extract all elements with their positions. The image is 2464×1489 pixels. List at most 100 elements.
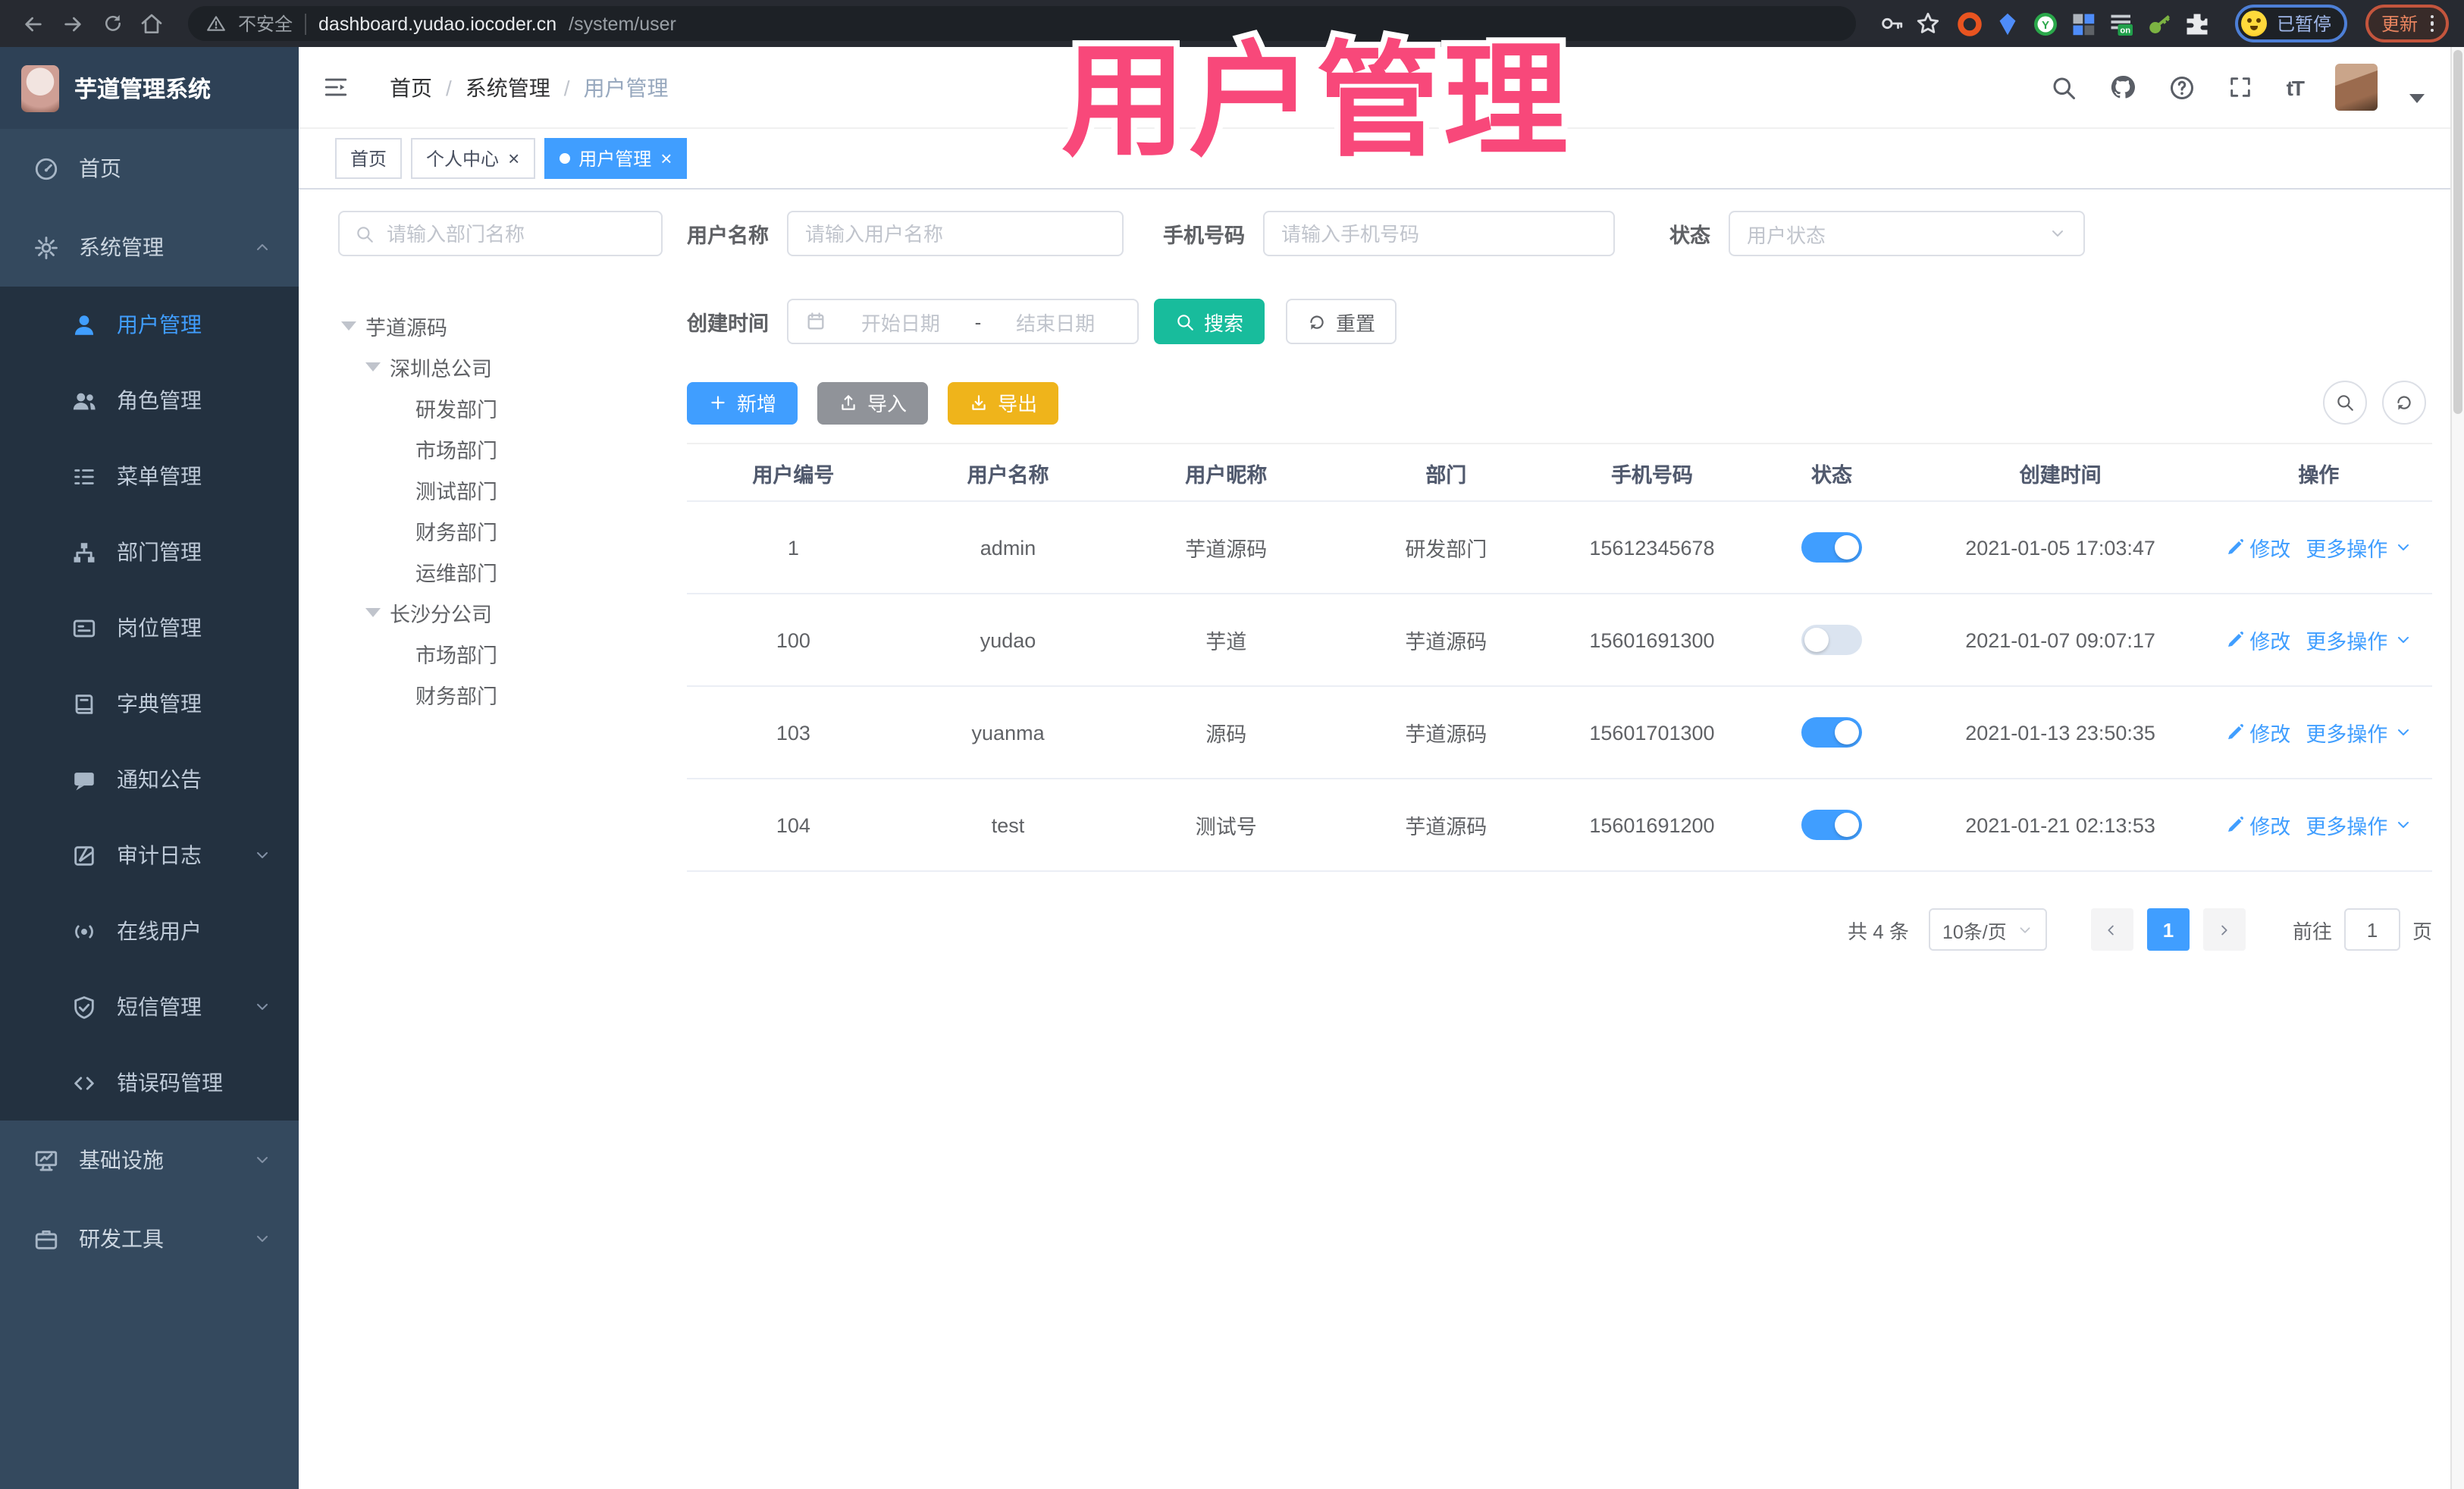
date-range-separator: - <box>974 310 982 333</box>
sidebar-item-系统管理[interactable]: 系统管理 <box>0 208 299 287</box>
list-on-extension-icon[interactable]: on <box>2108 10 2136 37</box>
current-page-button[interactable]: 1 <box>2146 908 2190 951</box>
start-date-placeholder[interactable]: 开始日期 <box>835 307 966 336</box>
tree-node-市场部门[interactable]: 市场部门 <box>338 428 663 469</box>
scrollbar-thumb[interactable] <box>2453 50 2462 414</box>
status-select[interactable]: 用户状态 <box>1729 211 2085 256</box>
password-key-icon[interactable] <box>1875 7 1908 40</box>
sidebar-item-审计日志[interactable]: 审计日志 <box>0 817 299 893</box>
sidebar-item-菜单管理[interactable]: 菜单管理 <box>0 438 299 514</box>
font-size-icon[interactable]: tT <box>2287 75 2305 99</box>
end-date-placeholder[interactable]: 结束日期 <box>990 307 1121 336</box>
puzzle-extension-icon[interactable] <box>2184 10 2212 37</box>
edit-link[interactable]: 修改 <box>2225 810 2290 840</box>
sidebar-item-首页[interactable]: 首页 <box>0 129 299 208</box>
column-header-用户昵称: 用户昵称 <box>1116 443 1337 502</box>
browser-reload-button[interactable] <box>94 5 130 42</box>
more-actions-link[interactable]: 更多操作 <box>2306 532 2412 563</box>
breadcrumb-home[interactable]: 首页 <box>390 72 432 102</box>
bookmark-star-icon[interactable] <box>1911 7 1945 40</box>
user-avatar[interactable] <box>2335 64 2378 111</box>
tree-node-财务部门[interactable]: 财务部门 <box>338 509 663 550</box>
edit-link[interactable]: 修改 <box>2225 625 2290 655</box>
browser-back-button[interactable] <box>15 5 52 42</box>
sidebar-item-错误码管理[interactable]: 错误码管理 <box>0 1045 299 1121</box>
reset-button[interactable]: 重置 <box>1286 299 1397 344</box>
more-actions-link[interactable]: 更多操作 <box>2306 810 2412 840</box>
browser-home-button[interactable] <box>133 5 170 42</box>
sidebar-item-岗位管理[interactable]: 岗位管理 <box>0 590 299 666</box>
tree-node-研发部门[interactable]: 研发部门 <box>338 387 663 428</box>
sidebar-toggle-icon[interactable] <box>321 74 350 100</box>
status-toggle[interactable] <box>1801 810 1863 840</box>
tree-node-市场部门[interactable]: 市场部门 <box>338 632 663 673</box>
tree-node-测试部门[interactable]: 测试部门 <box>338 469 663 509</box>
export-button[interactable]: 导出 <box>948 381 1059 424</box>
sidebar-item-研发工具[interactable]: 研发工具 <box>0 1199 299 1278</box>
username-field[interactable] <box>787 211 1124 256</box>
add-button[interactable]: 新增 <box>687 381 798 424</box>
browser-update-button[interactable]: 更新 <box>2365 5 2449 42</box>
show-search-toggle-button[interactable] <box>2323 381 2367 425</box>
green-y-extension-icon[interactable]: Y <box>2033 10 2060 37</box>
blue-gem-extension-icon[interactable] <box>1995 10 2022 37</box>
grid-extension-icon[interactable] <box>2071 10 2098 37</box>
window-scrollbar[interactable] <box>2450 47 2464 1489</box>
more-actions-link[interactable]: 更多操作 <box>2306 625 2412 655</box>
prev-page-button[interactable] <box>2090 908 2133 951</box>
browser-profile-chip[interactable]: 已暂停 <box>2235 5 2348 42</box>
sidebar-item-短信管理[interactable]: 短信管理 <box>0 969 299 1045</box>
department-search[interactable] <box>338 211 663 256</box>
refresh-table-button[interactable] <box>2382 381 2426 425</box>
orange-ring-extension-icon[interactable] <box>1957 10 1984 37</box>
status-toggle[interactable] <box>1801 532 1863 563</box>
sidebar-item-基础设施[interactable]: 基础设施 <box>0 1121 299 1199</box>
app-logo[interactable]: 芋道管理系统 <box>0 47 299 129</box>
mobile-input[interactable] <box>1281 222 1597 245</box>
next-page-button[interactable] <box>2202 908 2246 951</box>
browser-forward-button[interactable] <box>55 5 91 42</box>
sidebar-item-字典管理[interactable]: 字典管理 <box>0 666 299 741</box>
tab-个人中心[interactable]: 个人中心 × <box>411 138 535 179</box>
tree-expand-caret-icon[interactable] <box>341 321 356 330</box>
help-icon[interactable] <box>2168 74 2196 101</box>
browser-menu-kebab-icon[interactable] <box>2430 14 2434 33</box>
tree-node-芋道源码[interactable]: 芋道源码 <box>338 305 663 346</box>
tree-expand-caret-icon[interactable] <box>365 362 381 371</box>
tab-close-icon[interactable]: × <box>660 149 672 168</box>
tab-用户管理[interactable]: 用户管理 × <box>544 138 688 179</box>
tree-node-财务部门[interactable]: 财务部门 <box>338 673 663 714</box>
breadcrumb-system[interactable]: 系统管理 <box>466 72 550 102</box>
status-toggle[interactable] <box>1801 717 1863 748</box>
green-key-extension-icon[interactable] <box>2146 10 2174 37</box>
sidebar-item-部门管理[interactable]: 部门管理 <box>0 514 299 590</box>
department-search-input[interactable] <box>387 222 646 245</box>
page-size-select[interactable]: 10条/页 <box>1928 908 2047 951</box>
username-input[interactable] <box>805 222 1105 245</box>
tab-首页[interactable]: 首页 <box>335 138 403 179</box>
sidebar-item-用户管理[interactable]: 用户管理 <box>0 287 299 362</box>
tree-expand-caret-icon[interactable] <box>365 607 381 616</box>
import-button[interactable]: 导入 <box>817 381 929 424</box>
status-toggle[interactable] <box>1801 625 1863 655</box>
search-button[interactable]: 搜索 <box>1154 299 1265 344</box>
more-actions-link[interactable]: 更多操作 <box>2306 717 2412 748</box>
sidebar-item-在线用户[interactable]: 在线用户 <box>0 893 299 969</box>
edit-link[interactable]: 修改 <box>2225 532 2290 563</box>
tree-node-深圳总公司[interactable]: 深圳总公司 <box>338 346 663 387</box>
avatar-caret-down-icon[interactable] <box>2409 93 2425 102</box>
address-bar[interactable]: 不安全 dashboard.yudao.iocoder.cn/system/us… <box>188 6 1857 41</box>
tree-node-运维部门[interactable]: 运维部门 <box>338 550 663 591</box>
github-icon[interactable] <box>2109 74 2136 101</box>
header-search-icon[interactable] <box>2050 74 2077 101</box>
goto-page-input[interactable] <box>2343 908 2400 951</box>
fullscreen-icon[interactable] <box>2227 74 2255 101</box>
cell-created: 2021-01-07 09:07:17 <box>1915 594 2205 687</box>
tab-close-icon[interactable]: × <box>508 149 519 168</box>
mobile-field[interactable] <box>1263 211 1615 256</box>
sidebar-item-角色管理[interactable]: 角色管理 <box>0 362 299 438</box>
date-range-picker[interactable]: 开始日期 - 结束日期 <box>787 299 1139 344</box>
sidebar-item-通知公告[interactable]: 通知公告 <box>0 741 299 817</box>
tree-node-长沙分公司[interactable]: 长沙分公司 <box>338 591 663 632</box>
edit-link[interactable]: 修改 <box>2225 717 2290 748</box>
